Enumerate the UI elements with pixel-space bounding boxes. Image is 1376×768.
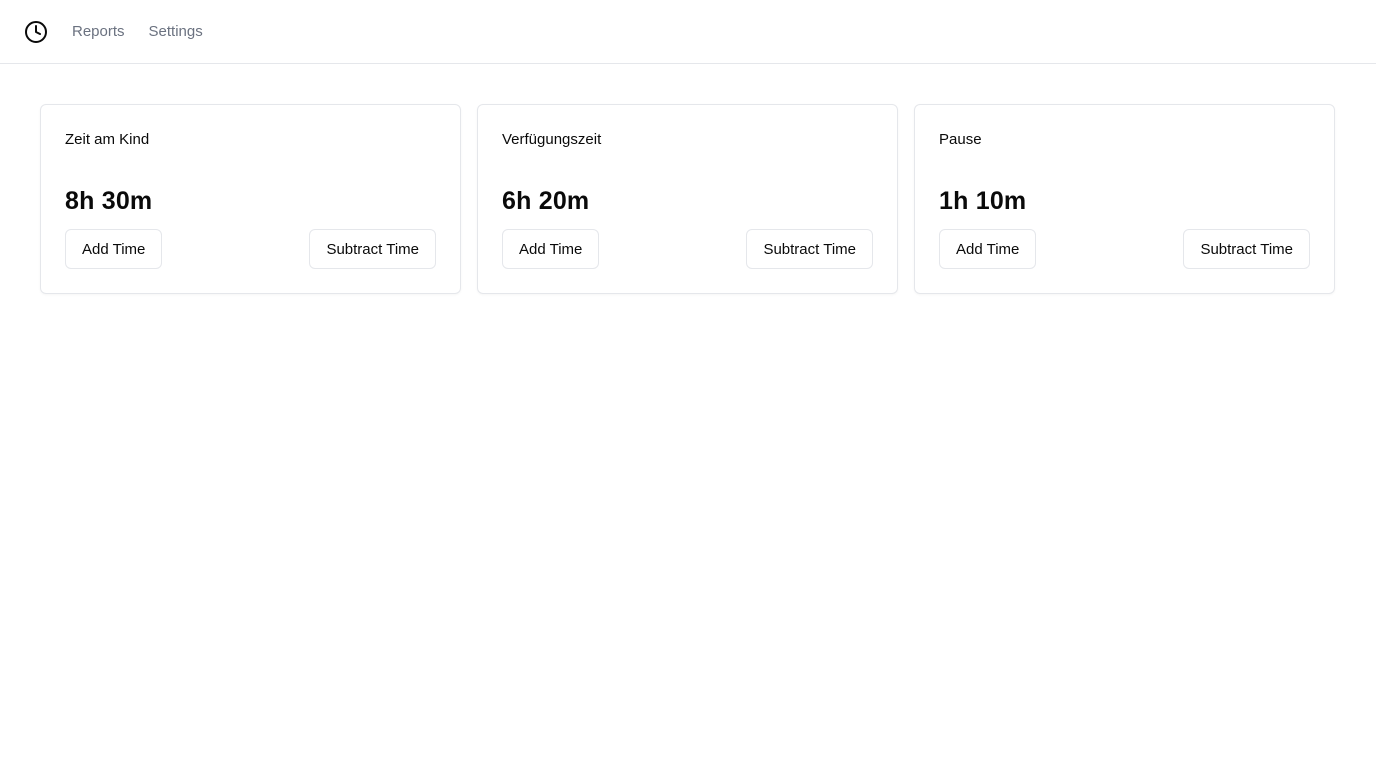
nav-link-settings[interactable]: Settings <box>149 23 203 40</box>
nav-link-reports[interactable]: Reports <box>72 23 125 40</box>
card-time-value: 6h 20m <box>502 187 590 215</box>
card-title: Pause <box>939 131 982 148</box>
card-time-value: 1h 10m <box>939 187 1027 215</box>
card-title: Verfügungszeit <box>502 131 602 148</box>
card-time-value: 8h 30m <box>65 187 153 215</box>
subtract-time-button[interactable]: Subtract Time <box>1183 229 1310 269</box>
card-actions: Add Time Subtract Time <box>65 229 436 269</box>
add-time-button[interactable]: Add Time <box>65 229 163 269</box>
subtract-time-button[interactable]: Subtract Time <box>746 229 873 269</box>
time-card-zeit-am-kind: Zeit am Kind 8h 30m Add Time Subtract Ti… <box>40 104 461 294</box>
subtract-time-button[interactable]: Subtract Time <box>309 229 436 269</box>
add-time-button[interactable]: Add Time <box>502 229 600 269</box>
card-actions: Add Time Subtract Time <box>502 229 873 269</box>
add-time-button[interactable]: Add Time <box>939 229 1037 269</box>
card-title: Zeit am Kind <box>65 131 150 148</box>
clock-icon[interactable] <box>24 20 48 44</box>
time-card-pause: Pause 1h 10m Add Time Subtract Time <box>914 104 1335 294</box>
time-card-verfuegungszeit: Verfügungszeit 6h 20m Add Time Subtract … <box>477 104 898 294</box>
card-actions: Add Time Subtract Time <box>939 229 1310 269</box>
main-content: Zeit am Kind 8h 30m Add Time Subtract Ti… <box>0 64 1376 334</box>
top-navigation: Reports Settings <box>0 0 1376 64</box>
